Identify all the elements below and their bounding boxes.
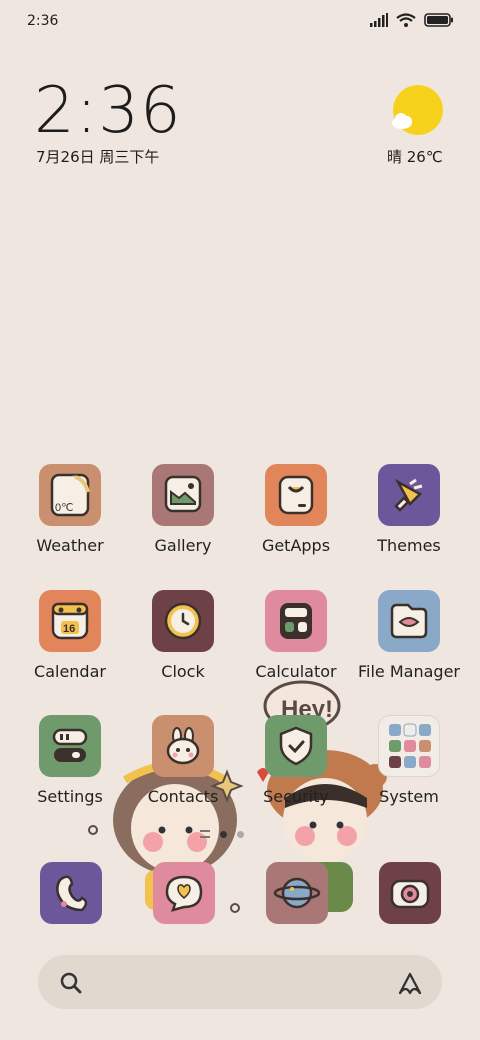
weather-text: 晴 26℃ (387, 148, 443, 166)
app-label: File Manager (358, 662, 460, 681)
app-calculator[interactable]: Calculator (240, 590, 352, 681)
contacts-app-icon[interactable] (152, 715, 214, 777)
gallery-app-icon[interactable] (152, 464, 214, 526)
search-icon[interactable] (58, 970, 84, 996)
app-label: Calendar (34, 662, 106, 681)
page-indicator-menu-icon (200, 830, 210, 838)
app-getapps[interactable]: GetApps (240, 464, 352, 555)
app-security[interactable]: Security (240, 715, 352, 806)
page-indicator[interactable] (200, 830, 244, 838)
svg-text:0℃: 0℃ (55, 502, 73, 514)
status-time: 2:36 (27, 13, 59, 29)
app-label: GetApps (261, 536, 331, 555)
app-file-manager[interactable]: File Manager (353, 590, 465, 681)
app-label: Gallery (154, 536, 212, 555)
weather-app-icon[interactable]: 0℃ (39, 464, 101, 526)
clock-widget-date: 7月26日 周三下午 (36, 148, 160, 166)
app-gallery[interactable]: Gallery (127, 464, 239, 555)
phone-app-icon[interactable] (40, 862, 102, 924)
app-calendar[interactable]: 16 Calendar (14, 590, 126, 681)
calendar-app-icon[interactable]: 16 (39, 590, 101, 652)
themes-app-icon[interactable] (378, 464, 440, 526)
page-dot-current (220, 830, 227, 838)
app-label: Settings (37, 787, 103, 806)
system-folder-icon[interactable] (378, 715, 440, 777)
getapps-app-icon[interactable] (265, 464, 327, 526)
cellular-signal-icon (370, 13, 388, 27)
status-bar: 2:36 (0, 0, 480, 44)
app-weather[interactable]: 0℃ Weather (14, 464, 126, 555)
app-system-folder[interactable]: System (353, 715, 465, 806)
svg-text:16: 16 (63, 623, 75, 635)
app-clock[interactable]: Clock (127, 590, 239, 681)
file-manager-app-icon[interactable] (378, 590, 440, 652)
wifi-icon (396, 13, 416, 27)
assistant-icon[interactable] (396, 969, 424, 997)
battery-icon (424, 13, 453, 27)
security-app-icon[interactable] (265, 715, 327, 777)
search-bar[interactable] (38, 955, 442, 1009)
app-label: Security (263, 787, 329, 806)
settings-app-icon[interactable] (39, 715, 101, 777)
page-dot (237, 830, 244, 838)
app-label: Clock (161, 662, 205, 681)
app-settings[interactable]: Settings (14, 715, 126, 806)
camera-app-icon[interactable] (379, 862, 441, 924)
app-label: Weather (36, 536, 104, 555)
app-label: Calculator (255, 662, 337, 681)
calculator-app-icon[interactable] (265, 590, 327, 652)
app-themes[interactable]: Themes (353, 464, 465, 555)
app-contacts[interactable]: Contacts (127, 715, 239, 806)
clock-app-icon[interactable] (152, 590, 214, 652)
clock-widget-time[interactable]: 2:36 (34, 76, 182, 146)
messages-app-icon[interactable] (153, 862, 215, 924)
browser-app-icon[interactable] (266, 862, 328, 924)
status-icons (370, 13, 454, 27)
app-label: Themes (377, 536, 441, 555)
app-label: Contacts (147, 787, 219, 806)
sun-cloud-icon[interactable] (390, 84, 444, 138)
app-label: System (379, 787, 439, 806)
